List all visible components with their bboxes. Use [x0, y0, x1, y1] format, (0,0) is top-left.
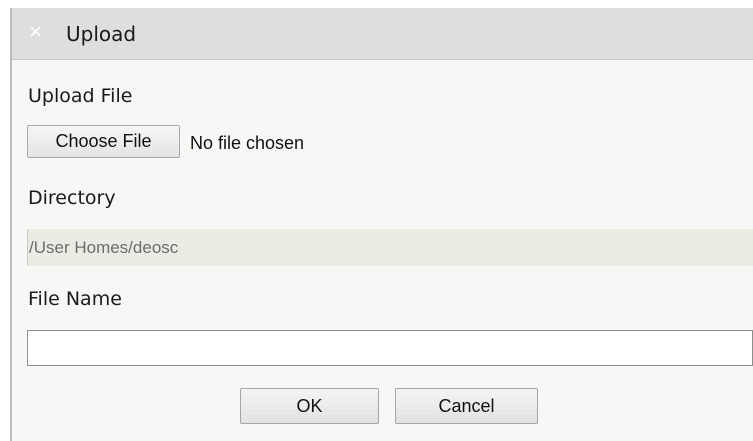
directory-field: /User Homes/deosc	[27, 229, 753, 266]
choose-file-button[interactable]: Choose File	[27, 125, 180, 158]
cancel-button[interactable]: Cancel	[395, 388, 538, 424]
file-name-input[interactable]	[27, 330, 753, 366]
file-name-label: File Name	[28, 288, 122, 310]
ok-button[interactable]: OK	[240, 388, 379, 424]
close-icon[interactable]: ×	[28, 23, 43, 41]
dialog-title: Upload	[66, 22, 137, 46]
upload-dialog: × Upload Upload File Choose File No file…	[10, 8, 753, 441]
directory-label: Directory	[28, 187, 116, 209]
dialog-titlebar: × Upload	[12, 8, 753, 60]
upload-file-label: Upload File	[28, 85, 133, 107]
file-status-text: No file chosen	[190, 133, 305, 153]
